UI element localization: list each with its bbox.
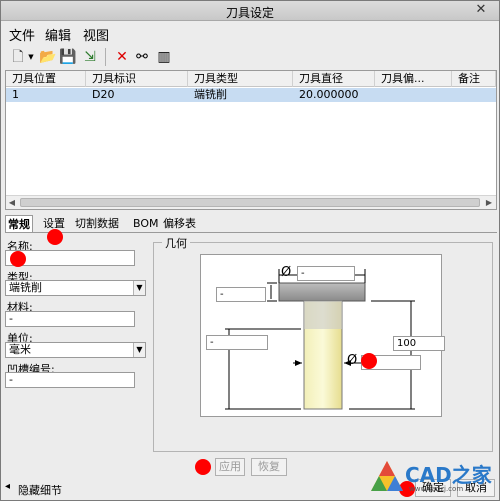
column-header[interactable]: 刀具标识 bbox=[86, 71, 188, 87]
collapse-icon[interactable]: ◂ bbox=[5, 481, 10, 492]
hide-details-link[interactable]: 隐藏细节 bbox=[18, 482, 62, 498]
table-cell: 端铣削 bbox=[194, 88, 227, 101]
unit-select[interactable]: 毫米 ▼ bbox=[5, 342, 146, 358]
logo-triangle-icon bbox=[371, 461, 403, 491]
flange-height-field[interactable]: - bbox=[216, 287, 266, 302]
export-icon[interactable]: ⇲ bbox=[81, 48, 99, 66]
column-header[interactable]: 刀具偏... bbox=[375, 71, 452, 87]
toolbar-separator bbox=[105, 48, 106, 66]
tool-setup-window: 刀具设定 ✕ 文件 编辑 视图 🗋 ▼ 📂 💾 ⇲ ✕ ⚯ ▥ 刀具位置 刀具标… bbox=[0, 0, 500, 501]
tab-bom[interactable]: BOM bbox=[131, 215, 161, 233]
type-select[interactable]: 端铣削 ▼ bbox=[5, 280, 146, 296]
toolbar: 🗋 ▼ 📂 💾 ⇲ ✕ ⚯ ▥ bbox=[5, 46, 185, 68]
menu-bar: 文件 编辑 视图 bbox=[1, 22, 499, 44]
new-file-icon[interactable]: 🗋 bbox=[9, 48, 27, 66]
restore-button[interactable]: 恢复 bbox=[251, 458, 287, 476]
chevron-down-icon[interactable]: ▼ bbox=[133, 343, 145, 357]
annotation-marker bbox=[361, 353, 377, 369]
menu-view[interactable]: 视图 bbox=[83, 25, 109, 44]
table-cell: D20 bbox=[92, 88, 115, 101]
top-diameter-field[interactable]: - bbox=[297, 266, 355, 281]
tab-general[interactable]: 常规 bbox=[5, 215, 33, 233]
tab-cutting-data[interactable]: 切割数据 bbox=[73, 215, 121, 233]
annotation-marker bbox=[47, 229, 63, 245]
annotation-marker bbox=[195, 459, 211, 475]
close-icon[interactable]: ✕ bbox=[473, 3, 489, 17]
cutting-length-field[interactable]: - bbox=[206, 335, 268, 350]
scroll-left-icon[interactable]: ◀ bbox=[6, 197, 18, 209]
geometry-title: 几何 bbox=[162, 235, 190, 251]
window-title: 刀具设定 bbox=[225, 6, 274, 20]
type-value: 端铣削 bbox=[9, 281, 42, 294]
table-cell: 20.000000 bbox=[299, 88, 359, 101]
menu-file[interactable]: 文件 bbox=[9, 25, 35, 44]
table-cell bbox=[452, 88, 458, 102]
unit-value: 毫米 bbox=[9, 343, 31, 356]
total-length-field[interactable]: 100 bbox=[393, 336, 445, 351]
scrollbar-thumb[interactable] bbox=[20, 198, 480, 207]
diameter-symbol: Ø bbox=[347, 353, 358, 368]
material-field[interactable]: - bbox=[5, 311, 135, 327]
glasses-icon[interactable]: ⚯ bbox=[133, 48, 151, 66]
watermark-url: www.cadzj.com bbox=[409, 485, 464, 493]
groove-field[interactable]: - bbox=[5, 372, 135, 388]
column-header[interactable]: 备注 bbox=[452, 71, 496, 87]
apply-button[interactable]: 应用 bbox=[215, 458, 245, 476]
watermark-text: CAD之家 bbox=[405, 463, 492, 487]
delete-icon[interactable]: ✕ bbox=[113, 48, 131, 66]
title-bar: 刀具设定 ✕ bbox=[1, 1, 499, 21]
annotation-marker bbox=[10, 251, 26, 267]
scroll-right-icon[interactable]: ▶ bbox=[483, 197, 495, 209]
table-columns-icon[interactable]: ▥ bbox=[155, 48, 173, 66]
table-row[interactable]: 1 D20 端铣削 20.000000 bbox=[6, 88, 496, 102]
menu-edit[interactable]: 编辑 bbox=[45, 25, 71, 44]
column-header[interactable]: 刀具位置 bbox=[6, 71, 86, 87]
tab-bar: 常规 设置 切割数据 BOM 偏移表 bbox=[5, 215, 497, 233]
tab-offset-table[interactable]: 偏移表 bbox=[161, 215, 198, 233]
column-header[interactable]: 刀具直径 bbox=[293, 71, 375, 87]
horizontal-scrollbar[interactable]: ◀ ▶ bbox=[6, 195, 496, 209]
table-cell bbox=[375, 88, 381, 102]
table-header: 刀具位置 刀具标识 刀具类型 刀具直径 刀具偏... 备注 bbox=[6, 71, 496, 87]
dropdown-arrow-icon[interactable]: ▼ bbox=[27, 48, 35, 66]
table-cell: 1 bbox=[12, 88, 19, 101]
save-icon[interactable]: 💾 bbox=[59, 48, 77, 66]
watermark-logo: CAD之家 www.cadzj.com bbox=[369, 457, 499, 499]
diameter-symbol: Ø bbox=[281, 265, 292, 280]
tool-geometry-diagram: Ø - - - 100 Ø - bbox=[200, 254, 445, 417]
chevron-down-icon[interactable]: ▼ bbox=[133, 281, 145, 295]
column-header[interactable]: 刀具类型 bbox=[188, 71, 293, 87]
open-folder-icon[interactable]: 📂 bbox=[39, 48, 57, 66]
tool-table: 刀具位置 刀具标识 刀具类型 刀具直径 刀具偏... 备注 1 D20 端铣削 … bbox=[5, 70, 497, 210]
